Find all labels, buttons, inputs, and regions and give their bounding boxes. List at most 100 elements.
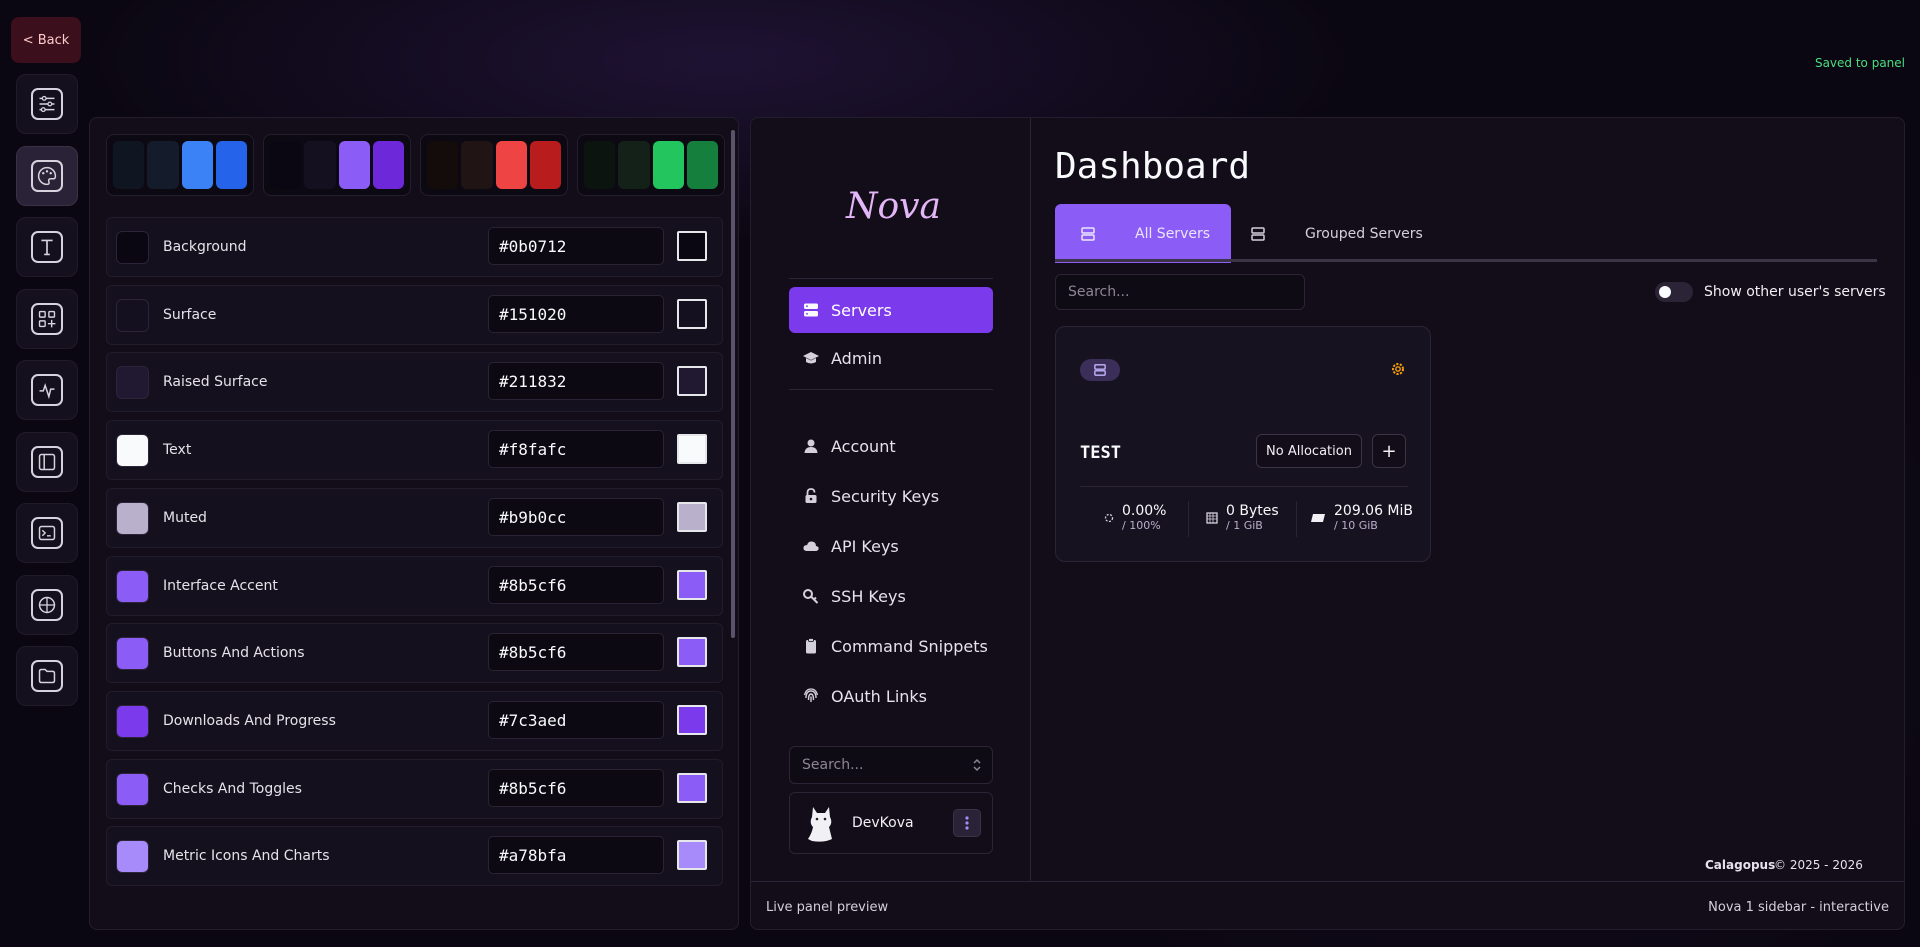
nav-item-account[interactable]: Account: [789, 423, 993, 469]
hex-input[interactable]: #211832: [488, 362, 664, 401]
user-icon: [804, 439, 818, 453]
tab-underline: [1055, 259, 1877, 262]
rail-button-activity[interactable]: [16, 360, 78, 420]
color-chip[interactable]: [116, 231, 149, 264]
hex-input[interactable]: #0b0712: [488, 227, 664, 265]
color-chip[interactable]: [116, 298, 149, 332]
server-badge: [1080, 359, 1120, 381]
nav-item-admin[interactable]: Admin: [789, 335, 993, 381]
show-others-toggle[interactable]: [1655, 282, 1693, 302]
stats-divider: [1080, 486, 1408, 487]
user-menu-button[interactable]: [953, 809, 981, 837]
hex-input[interactable]: #151020: [488, 294, 664, 333]
color-chip[interactable]: [116, 569, 149, 603]
preset-palette[interactable]: [577, 134, 725, 196]
editor-scrollbar[interactable]: [731, 130, 735, 638]
icon-box: [31, 588, 63, 621]
tab-grouped-servers[interactable]: Grouped Servers: [1243, 204, 1443, 263]
back-button[interactable]: < Back: [11, 17, 81, 63]
color-chip[interactable]: [116, 501, 149, 535]
gear-icon[interactable]: [1390, 361, 1406, 377]
palette-swatch: [338, 141, 370, 189]
nav-label: Security Keys: [831, 486, 940, 506]
preset-palette[interactable]: [106, 134, 254, 196]
color-chip[interactable]: [116, 840, 149, 874]
color-chip[interactable]: [116, 704, 149, 738]
memory-stat: 0 Bytes / 1 GiB: [1206, 503, 1279, 532]
rail-button-folder[interactable]: [16, 646, 78, 706]
color-picker[interactable]: [677, 298, 707, 329]
hex-input[interactable]: #7c3aed: [488, 700, 664, 739]
hex-input[interactable]: #a78bfa: [488, 836, 664, 875]
rail-button-palette[interactable]: [16, 145, 78, 206]
color-picker[interactable]: [677, 501, 707, 532]
nav-label: Admin: [831, 348, 882, 368]
copyright: © 2025 - 2026: [1774, 858, 1863, 872]
activity-icon: [39, 382, 55, 400]
rail-button-sliders[interactable]: [16, 74, 78, 134]
icon-box: [31, 159, 63, 192]
color-label: Background: [163, 239, 247, 255]
color-picker[interactable]: [677, 434, 707, 465]
nav-label: Servers: [831, 300, 892, 320]
palette-swatch: [304, 141, 336, 189]
layout-sidebar-icon: [38, 453, 56, 470]
add-allocation-button[interactable]: +: [1372, 434, 1406, 468]
nav-item-command-snippets[interactable]: Command Snippets: [789, 623, 993, 669]
clipboard-icon: [806, 638, 816, 654]
color-picker[interactable]: [677, 637, 707, 668]
memory-value: 0 Bytes: [1226, 503, 1279, 519]
server-search-input[interactable]: Search...: [1055, 274, 1305, 310]
palette-icon: [37, 166, 57, 185]
color-picker[interactable]: [677, 772, 707, 803]
preview-footer-right: Nova 1 sidebar - interactive: [1708, 900, 1889, 915]
server-card[interactable]: TEST No Allocation + 0.00% / 100% 0 Byte…: [1055, 326, 1431, 562]
server-icon: [1251, 226, 1265, 241]
disk-stat: 209.06 MiB / 10 GiB: [1310, 503, 1413, 532]
palette-swatch: [181, 141, 213, 189]
color-picker[interactable]: [677, 569, 707, 600]
palette-swatch: [495, 141, 527, 189]
terminal-icon: [38, 525, 56, 541]
hex-input[interactable]: #b9b0cc: [488, 497, 664, 536]
color-picker[interactable]: [677, 704, 707, 735]
nav-item-ssh-keys[interactable]: SSH Keys: [789, 573, 993, 619]
color-chip[interactable]: [116, 366, 149, 400]
sidebar-search-input[interactable]: Search...: [789, 746, 993, 784]
user-name: DevKova: [852, 815, 914, 831]
rail-button-typography[interactable]: [16, 217, 78, 277]
divider: [789, 278, 993, 279]
rail-button-widgets[interactable]: [16, 288, 78, 349]
hex-input[interactable]: #f8fafc: [488, 430, 664, 469]
color-label: Checks And Toggles: [163, 780, 302, 797]
color-picker[interactable]: [677, 840, 707, 871]
preset-palette[interactable]: [263, 134, 411, 196]
rail-button-globe[interactable]: [16, 574, 78, 635]
nav-icon: [803, 350, 819, 366]
color-picker[interactable]: [677, 366, 707, 397]
hex-input[interactable]: #8b5cf6: [488, 633, 664, 672]
color-picker[interactable]: [677, 231, 707, 261]
nav-item-api-keys[interactable]: API Keys: [789, 523, 993, 569]
preset-palette[interactable]: [420, 134, 568, 196]
rail-button-layout-sidebar[interactable]: [16, 431, 78, 492]
hex-input[interactable]: #8b5cf6: [488, 768, 664, 807]
divider: [789, 389, 993, 390]
nav-item-servers[interactable]: Servers: [789, 287, 993, 333]
rail-button-terminal[interactable]: [16, 503, 78, 563]
hex-input[interactable]: #8b5cf6: [488, 565, 664, 604]
cpu-stat: 0.00% / 100%: [1104, 503, 1166, 532]
nav-item-oauth-links[interactable]: OAuth Links: [789, 673, 993, 719]
user-card[interactable]: DevKova: [789, 792, 993, 854]
color-label: Buttons And Actions: [163, 645, 305, 662]
toggle-label: Show other user's servers: [1704, 284, 1886, 300]
color-chip[interactable]: [116, 637, 149, 671]
nav-item-security-keys[interactable]: Security Keys: [789, 473, 993, 519]
color-chip[interactable]: [116, 772, 149, 806]
icon-box: [31, 302, 63, 335]
allocation-button[interactable]: No Allocation: [1256, 434, 1362, 468]
tab-all-servers[interactable]: All Servers: [1055, 204, 1231, 263]
color-chip[interactable]: [116, 434, 149, 468]
palette-swatch: [584, 141, 616, 189]
lock-icon: [805, 488, 817, 503]
